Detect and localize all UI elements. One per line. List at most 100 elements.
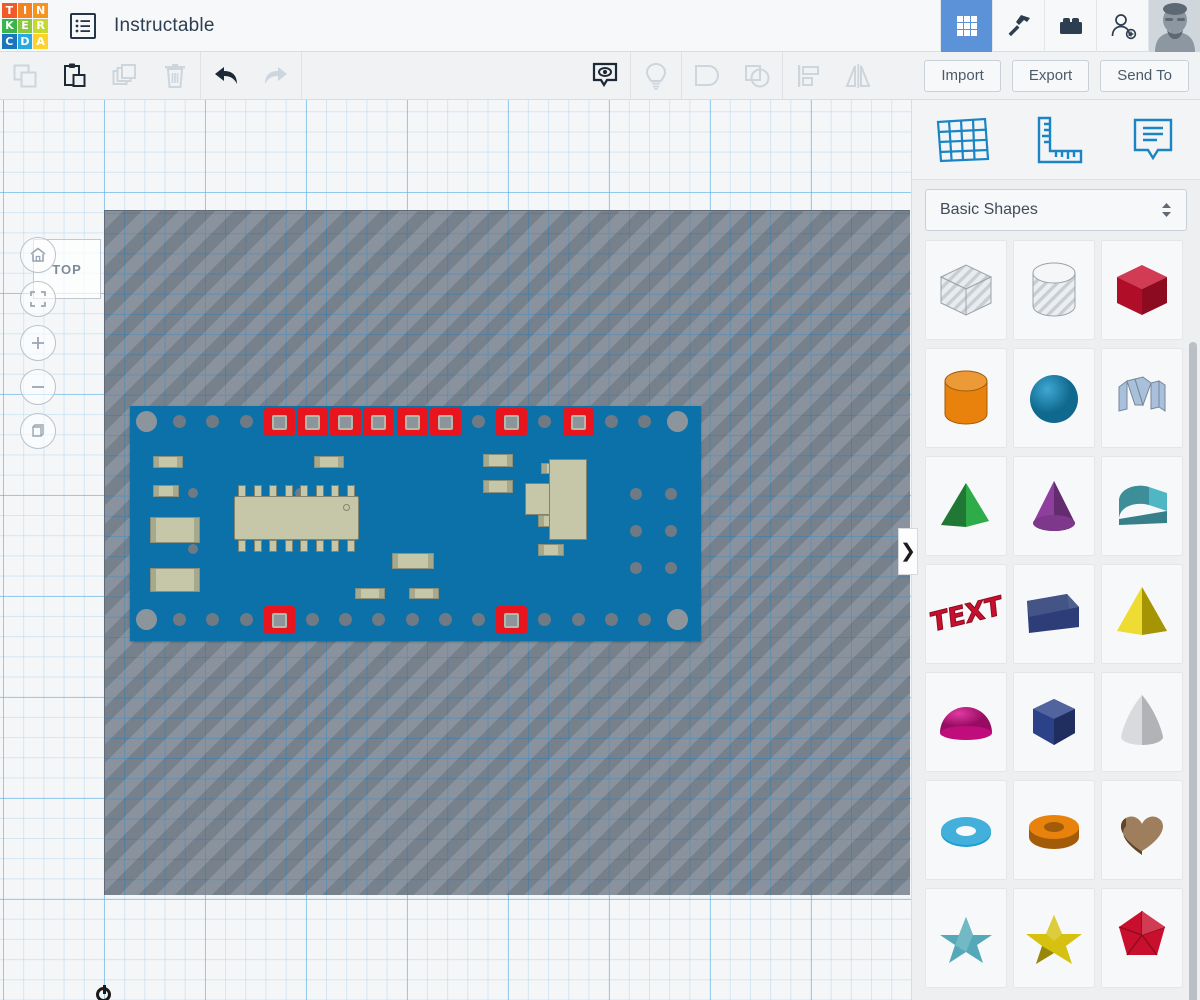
shape-cell-paraboloid[interactable] [1101,672,1183,772]
redo-button[interactable] [251,52,301,99]
torus-icon [941,817,991,847]
shape-cell-cylinder-hole[interactable] [1013,240,1095,340]
pcb-smd-component-2 [483,454,513,467]
collapse-panel-button[interactable]: ❯ [898,528,918,575]
smd-terminal [507,455,512,466]
ungroup-button[interactable] [732,52,782,99]
pcb-highlight-pad-top-4 [396,408,428,436]
delete-button[interactable] [150,52,200,99]
pcb-pad-bottom-0 [136,609,157,630]
shape-cell-star-flat[interactable] [925,888,1007,988]
logo-tile-c: C [2,34,17,49]
tube-icon [1029,815,1079,849]
gallery-grid-button[interactable] [940,0,992,52]
ortho-perspective-button[interactable] [20,413,56,449]
text-icon: TEXT [929,591,1003,640]
smd-terminal [433,589,438,598]
redo-arrow-icon [265,66,287,84]
pcb-highlight-pad-bottom-1 [496,606,528,634]
logo-tile-a: A [33,34,48,49]
pcb-pad-bottom-12 [538,613,552,626]
shape-cell-sphere[interactable] [1013,348,1095,448]
light-button[interactable] [631,52,681,99]
duplicate-button[interactable] [100,52,150,99]
shape-cell-roof[interactable] [1101,456,1183,556]
shape-cell-half-sphere[interactable] [925,672,1007,772]
pcb-pad-bottom-2 [206,613,220,626]
shape-cell-heart[interactable] [1101,780,1183,880]
panel-scrollbar[interactable] [1189,342,1197,1000]
logo-tile-i: I [17,3,33,18]
pcb-right-pad-0-0 [630,488,642,500]
shape-cell-tube[interactable] [1013,780,1095,880]
shape-cell-text[interactable]: TEXT [925,564,1007,664]
send-to-button[interactable]: Send To [1100,59,1189,92]
logo-tile-e: E [17,18,33,34]
add-user-icon [1111,13,1136,39]
align-button[interactable] [783,52,833,99]
shape-cell-box[interactable] [1101,240,1183,340]
undo-arrow-icon [215,66,237,84]
blocks-button[interactable] [1044,0,1096,52]
shape-cell-cone[interactable] [1013,456,1095,556]
undo-button[interactable] [201,52,251,99]
shape-cell-box-hole[interactable] [925,240,1007,340]
shape-cell-cylinder[interactable] [925,348,1007,448]
shape-cell-polyhedron[interactable] [1101,888,1183,988]
ruler-button[interactable] [1033,115,1085,165]
list-menu-icon[interactable] [70,12,96,39]
group-button[interactable] [682,52,732,99]
invite-user-button[interactable] [1096,0,1148,52]
ic-lead-top-6 [331,485,339,497]
show-hide-button[interactable] [580,52,630,99]
logo-tile-t: T [2,3,17,18]
shape-cell-torus[interactable] [925,780,1007,880]
box-icon [1117,265,1167,315]
design-canvas[interactable]: TOP [0,100,911,1000]
smd-terminal [539,545,544,555]
shape-cell-wedge[interactable] [925,456,1007,556]
pickaxe-icon [1008,14,1030,36]
fit-to-view-button[interactable] [20,281,56,317]
pcb-pad-bottom-14 [604,613,618,626]
copy-button[interactable] [0,52,50,99]
mirror-button[interactable] [833,52,883,99]
zoom-out-button[interactable] [20,369,56,405]
account-avatar[interactable] [1148,0,1200,52]
shape-library-select[interactable]: Basic Shapes [925,189,1187,231]
shape-cell-scribble[interactable] [1101,348,1183,448]
shape-cell-hexagon-prism[interactable] [1013,672,1095,772]
pcb-highlight-pad-top-6 [496,408,528,436]
shape-cell-polygon-extrusion[interactable] [1013,564,1095,664]
ic-pin1-marker [343,504,350,511]
pcb-smd-component-6 [150,568,200,592]
smd-terminal [338,457,343,467]
tinker-tools-button[interactable] [992,0,1044,52]
smd-terminal [177,457,182,467]
ic-lead-top-7 [346,485,355,497]
import-button[interactable]: Import [924,59,1001,92]
pcb-right-pad-0-1 [665,488,677,500]
lego-brick-icon [1059,17,1082,34]
box-hole-icon [939,264,993,316]
pcb-highlight-pad-top-7 [562,408,594,436]
pcb-smd-component-5 [150,517,200,543]
main-toolbar: Import Export Send To [0,52,1200,100]
shape-cell-pyramid[interactable] [1101,564,1183,664]
pcb-right-pad-2-1 [665,562,677,574]
tinkercad-logo[interactable]: TIN KER CDA [2,3,48,49]
workplane-button[interactable] [933,114,991,166]
smd-terminal [173,486,178,496]
panel-scrollbar-thumb[interactable] [1189,342,1197,1000]
pcb-highlight-pad-top-1 [297,408,328,436]
arduino-nano-pcb[interactable] [130,406,701,641]
shape-cell-star-3d[interactable] [1013,888,1095,988]
note-button[interactable] [1127,114,1179,166]
ic-lead-top-3 [284,485,293,497]
ic-lead-bottom-2 [269,540,277,552]
polyhedron-icon [1118,911,1166,956]
paste-button[interactable] [50,52,100,99]
export-button[interactable]: Export [1011,59,1090,92]
zoom-in-button[interactable] [20,325,56,361]
home-view-button[interactable] [20,237,56,273]
